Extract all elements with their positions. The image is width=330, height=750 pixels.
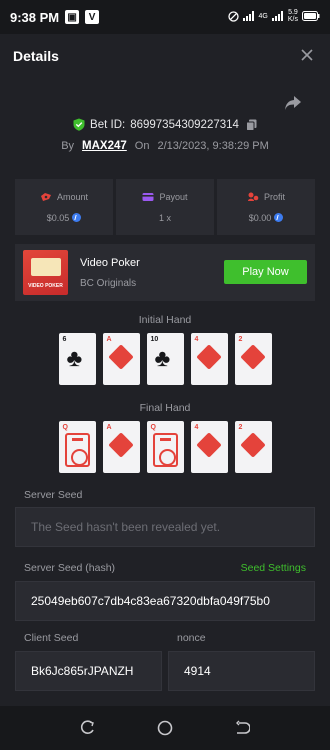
net-speed: 5.9 K/s [287, 9, 298, 23]
initial-hand: 6 ♣ A 10 ♣ 4 2 [0, 333, 330, 385]
status-bar: 9:38 PM ▣ V 4G 5.9 K/s [0, 0, 330, 34]
page-title: Details [13, 48, 59, 64]
on-label: On [134, 140, 150, 152]
bet-stats: Amount $0.05 Payout 1 x Profit $0.00 [15, 179, 315, 235]
initial-hand-card: 6 ♣ [58, 333, 96, 385]
copy-icon[interactable] [245, 119, 257, 131]
coin-icon [72, 213, 82, 222]
bet-details-panel: Bet ID: 86997354309227314 By MAX247 On 2… [0, 78, 330, 706]
card-rank: 10 [150, 336, 159, 343]
final-hand-card: 4 [190, 421, 228, 473]
signal-icon [242, 11, 254, 21]
card-rank: 4 [194, 424, 199, 431]
card-rank: Q [150, 424, 156, 431]
card-rank: 4 [194, 336, 199, 343]
card-rank: 2 [238, 424, 243, 431]
diamond-suit-icon [239, 432, 266, 458]
final-hand-card: A [102, 421, 140, 473]
home-icon[interactable] [157, 720, 173, 736]
profit-label: Profit [263, 191, 285, 202]
by-label: By [61, 140, 75, 152]
card-rank: A [106, 336, 112, 343]
diamond-suit-icon [107, 344, 134, 370]
nonce-label: nonce [177, 632, 206, 644]
signal-icon-secondary [271, 11, 283, 21]
server-seed-hash-field[interactable]: 25049eb607c7db4c83ea67320dbfa049f75b0 [15, 581, 315, 621]
bet-id-row: Bet ID: 86997354309227314 [0, 118, 330, 131]
initial-hand-card: A [102, 333, 140, 385]
queen-face-icon [64, 433, 90, 467]
client-seed-field[interactable]: Bk6Jc865rJPANZH [15, 651, 162, 691]
bet-datetime: 2/13/2023, 9:38:29 PM [157, 140, 269, 152]
close-icon [301, 49, 313, 61]
initial-hand-card: 10 ♣ [146, 333, 184, 385]
recent-apps-icon[interactable] [80, 720, 96, 736]
club-suit-icon: ♣ [66, 345, 83, 372]
app-notification-icon: ▣ [65, 10, 80, 24]
server-seed-hash-label: Server Seed (hash) [24, 562, 116, 574]
payout-label: Payout [159, 191, 188, 202]
share-icon[interactable] [284, 95, 302, 111]
amount-label: Amount [56, 191, 89, 202]
amount-value: $0.05 [46, 212, 70, 223]
v-app-notification-icon: V [85, 10, 100, 24]
thumbnail-label: VIDEO POKER [28, 283, 63, 289]
card-rank: 2 [238, 336, 243, 343]
final-hand-label: Final Hand [139, 402, 191, 414]
final-hand-card: 2 [234, 421, 272, 473]
diamond-suit-icon [239, 344, 266, 370]
status-indicators: 4G 5.9 K/s [227, 9, 320, 23]
bet-id-label: Bet ID: [90, 118, 126, 131]
initial-hand-label: Initial Hand [138, 314, 192, 326]
stat-payout: Payout 1 x [116, 179, 214, 235]
verified-shield-icon [73, 118, 85, 131]
coin-icon [274, 213, 284, 222]
game-name: Video Poker [80, 256, 140, 269]
game-provider: BC Originals [80, 277, 137, 289]
status-time: 9:38 PM [10, 9, 60, 25]
stat-profit: Profit $0.00 [217, 179, 315, 235]
user-link[interactable]: MAX247 [82, 140, 127, 152]
battery-icon [302, 11, 320, 21]
do-not-disturb-icon [227, 10, 239, 22]
payout-value: 1 x [158, 212, 171, 223]
queen-face-icon [152, 433, 178, 467]
close-button[interactable] [298, 46, 316, 64]
details-header: Details [0, 34, 330, 78]
nonce-field[interactable]: 4914 [168, 651, 315, 691]
card-rank: 6 [62, 336, 67, 343]
thumbnail-cards-graphic [31, 258, 61, 276]
diamond-suit-icon [107, 432, 134, 458]
profit-value: $0.00 [248, 212, 272, 223]
final-hand-card: Q [146, 421, 184, 473]
amount-icon [40, 192, 51, 201]
play-now-button[interactable]: Play Now [224, 260, 307, 284]
back-icon[interactable] [234, 720, 250, 736]
final-hand: Q A Q 4 2 [0, 421, 330, 473]
card-rank: A [106, 424, 112, 431]
server-seed-field: The Seed hasn't been revealed yet. [15, 507, 315, 547]
final-hand-card: Q [58, 421, 96, 473]
payout-icon [142, 192, 154, 201]
client-seed-label: Client Seed [24, 632, 79, 644]
video-poker-thumbnail: VIDEO POKER [23, 250, 68, 295]
profit-icon [247, 192, 259, 201]
bet-id-value: 86997354309227314 [130, 118, 239, 131]
card-rank: Q [62, 424, 68, 431]
initial-hand-card: 4 [190, 333, 228, 385]
initial-hand-card: 2 [234, 333, 272, 385]
network-type-label: 4G [258, 12, 268, 20]
seed-settings-link[interactable]: Seed Settings [241, 562, 306, 574]
diamond-suit-icon [195, 344, 222, 370]
system-nav-bar [0, 706, 330, 750]
club-suit-icon: ♣ [154, 345, 171, 372]
game-card: VIDEO POKER Video Poker BC Originals Pla… [15, 244, 315, 301]
server-seed-label: Server Seed [24, 489, 83, 501]
diamond-suit-icon [195, 432, 222, 458]
stat-amount: Amount $0.05 [15, 179, 113, 235]
bet-author-row: By MAX247 On 2/13/2023, 9:38:29 PM [0, 140, 330, 152]
